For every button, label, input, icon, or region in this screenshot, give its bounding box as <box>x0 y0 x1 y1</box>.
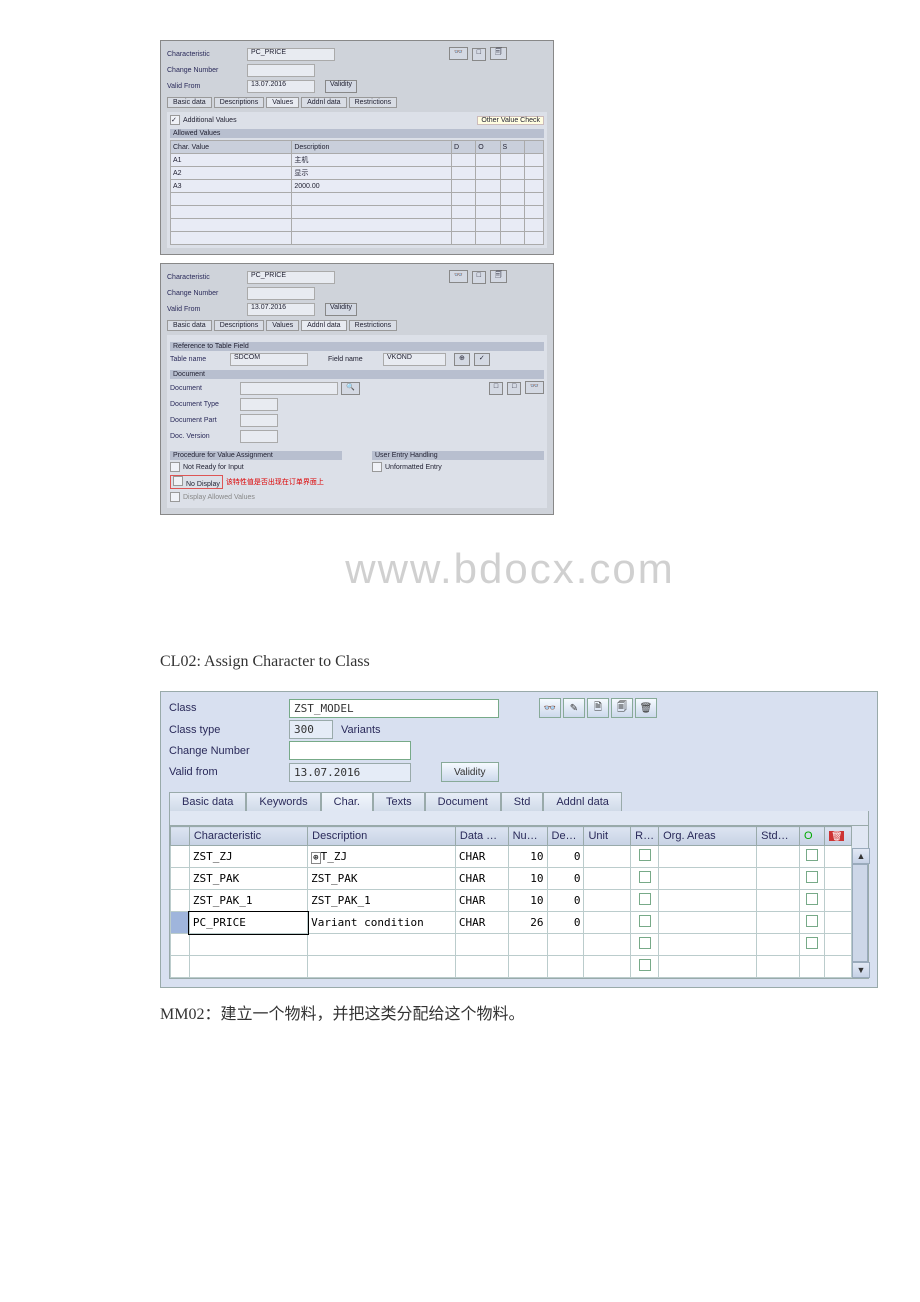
mm02-note: MM02：建立一个物料，并把这类分配给这个物料。 <box>160 1000 860 1024</box>
col-de[interactable]: De… <box>547 827 584 846</box>
col-unit[interactable]: Unit <box>584 827 631 846</box>
change-number-label: Change Number <box>169 745 289 757</box>
tabs-row: Basic data Keywords Char. Texts Document… <box>169 792 869 811</box>
mini1-char-label: Characteristic <box>167 51 247 58</box>
glasses-icon: 👓 <box>449 47 468 60</box>
cell-nu: 10 <box>508 846 547 868</box>
col-r[interactable]: R… <box>631 827 659 846</box>
cell-org[interactable] <box>659 846 757 868</box>
mini1-values-table: Char. Value Description D O S A1主机 A2显示 … <box>170 140 544 245</box>
mini1-change-label: Change Number <box>167 67 247 74</box>
class-type-value[interactable]: 300 <box>289 720 333 739</box>
cell-description[interactable]: ZST_PAK <box>308 868 456 890</box>
table-row: PC_PRICE Variant condition CHAR 26 0 <box>171 912 852 934</box>
cell-characteristic[interactable]: PC_PRICE <box>189 912 307 934</box>
mini1-validity-btn: Validity <box>325 80 357 93</box>
cell-characteristic[interactable]: ZST_ZJ <box>189 846 307 868</box>
create-icon: ⊕ <box>454 353 470 366</box>
mini-screenshot-values: Characteristic PC_PRICE 👓□🗐 Change Numbe… <box>160 40 554 255</box>
mini1-validfrom-value: 13.07.2016 <box>247 80 315 93</box>
col-data[interactable]: Data … <box>455 827 508 846</box>
cell-description[interactable]: Variant condition <box>308 912 456 934</box>
cell-de: 0 <box>547 846 584 868</box>
cell-data: CHAR <box>455 846 508 868</box>
characteristics-table: Characteristic Description Data … Nu… De… <box>170 826 852 978</box>
cell-de: 0 <box>547 890 584 912</box>
mini1-change-field <box>247 64 315 77</box>
col-org-areas[interactable]: Org. Areas <box>659 827 757 846</box>
mini1-char-value: PC_PRICE <box>247 48 335 61</box>
cell-data: CHAR <box>455 912 508 934</box>
col-description[interactable]: Description <box>308 827 456 846</box>
table-row: ZST_PAK_1 ZST_PAK_1 CHAR 10 0 <box>171 890 852 912</box>
tab-char[interactable]: Char. <box>321 792 373 811</box>
expand-icon: ⊕ <box>311 852 320 864</box>
cell-o[interactable] <box>800 846 825 868</box>
mini1-tabs: Basic data Descriptions Values Addnl dat… <box>167 97 547 108</box>
cell-nu: 10 <box>508 890 547 912</box>
cell-description[interactable]: ⊕T_ZJ <box>308 846 456 868</box>
valid-from-label: Valid from <box>169 766 289 778</box>
watermark: www.bdocx.com <box>160 545 860 593</box>
change-number-input[interactable] <box>289 741 411 760</box>
cell-characteristic[interactable]: ZST_PAK_1 <box>189 890 307 912</box>
cell-nu: 10 <box>508 868 547 890</box>
glasses-icon: 👓 <box>449 270 468 283</box>
table-row <box>171 934 852 956</box>
scroll-up-icon[interactable]: ▲ <box>852 848 870 864</box>
edit-icon[interactable]: ✎ <box>563 698 585 718</box>
copy-icon[interactable]: 🗐 <box>611 698 633 718</box>
class-type-label: Class type <box>169 724 289 736</box>
col-o[interactable]: O <box>800 827 825 846</box>
tab-keywords[interactable]: Keywords <box>246 792 320 811</box>
scrollbar[interactable] <box>852 864 868 962</box>
col-characteristic[interactable]: Characteristic <box>189 827 307 846</box>
class-panel: Class ZST_MODEL 👓 ✎ 🗎 🗐 🗑 Class type 300… <box>160 691 878 988</box>
table-row <box>171 956 852 978</box>
cell-characteristic[interactable]: ZST_PAK <box>189 868 307 890</box>
delete-icon[interactable]: 🗑 <box>635 698 657 718</box>
tab-basic-data[interactable]: Basic data <box>169 792 246 811</box>
cl02-heading: CL02: Assign Character to Class <box>160 653 860 671</box>
tab-std[interactable]: Std <box>501 792 544 811</box>
glasses-icon[interactable]: 👓 <box>539 698 561 718</box>
class-type-desc: Variants <box>341 724 381 736</box>
char-tab-body: Characteristic Description Data … Nu… De… <box>169 825 869 979</box>
row-select[interactable] <box>171 868 190 890</box>
validity-button[interactable]: Validity <box>441 762 499 782</box>
mini1-validfrom-label: Valid From <box>167 83 247 90</box>
tab-addnl-data[interactable]: Addnl data <box>543 792 622 811</box>
tab-texts[interactable]: Texts <box>373 792 425 811</box>
table-row: ZST_PAK ZST_PAK CHAR 10 0 <box>171 868 852 890</box>
row-select[interactable] <box>171 846 190 868</box>
check-icon: ✓ <box>474 353 490 366</box>
glasses-icon: 👓 <box>525 381 544 394</box>
checkbox-icon: ✓ <box>170 115 180 125</box>
cell-data: CHAR <box>455 868 508 890</box>
search-icon: 🔍 <box>341 382 360 395</box>
cell-std <box>757 846 800 868</box>
valid-from-value[interactable]: 13.07.2016 <box>289 763 411 782</box>
col-nu[interactable]: Nu… <box>508 827 547 846</box>
row-select[interactable] <box>171 890 190 912</box>
cell-nu: 26 <box>508 912 547 934</box>
cell-unit <box>584 846 631 868</box>
table-row: ZST_ZJ ⊕T_ZJ CHAR 10 0 <box>171 846 852 868</box>
class-label: Class <box>169 702 289 714</box>
new-icon[interactable]: 🗎 <box>587 698 609 718</box>
cell-de: 0 <box>547 912 584 934</box>
col-std[interactable]: Std… <box>757 827 800 846</box>
cell-r[interactable] <box>631 846 659 868</box>
mini-screenshot-addnl: Characteristic PC_PRICE 👓□🗐 Change Numbe… <box>160 263 554 515</box>
cell-data: CHAR <box>455 890 508 912</box>
scroll-down-icon[interactable]: ▼ <box>852 962 870 978</box>
tab-document[interactable]: Document <box>425 792 501 811</box>
row-select[interactable] <box>171 912 190 934</box>
col-delete[interactable]: 🗑 <box>824 827 851 846</box>
cell-description[interactable]: ZST_PAK_1 <box>308 890 456 912</box>
class-input[interactable]: ZST_MODEL <box>289 699 499 718</box>
cell-de: 0 <box>547 868 584 890</box>
